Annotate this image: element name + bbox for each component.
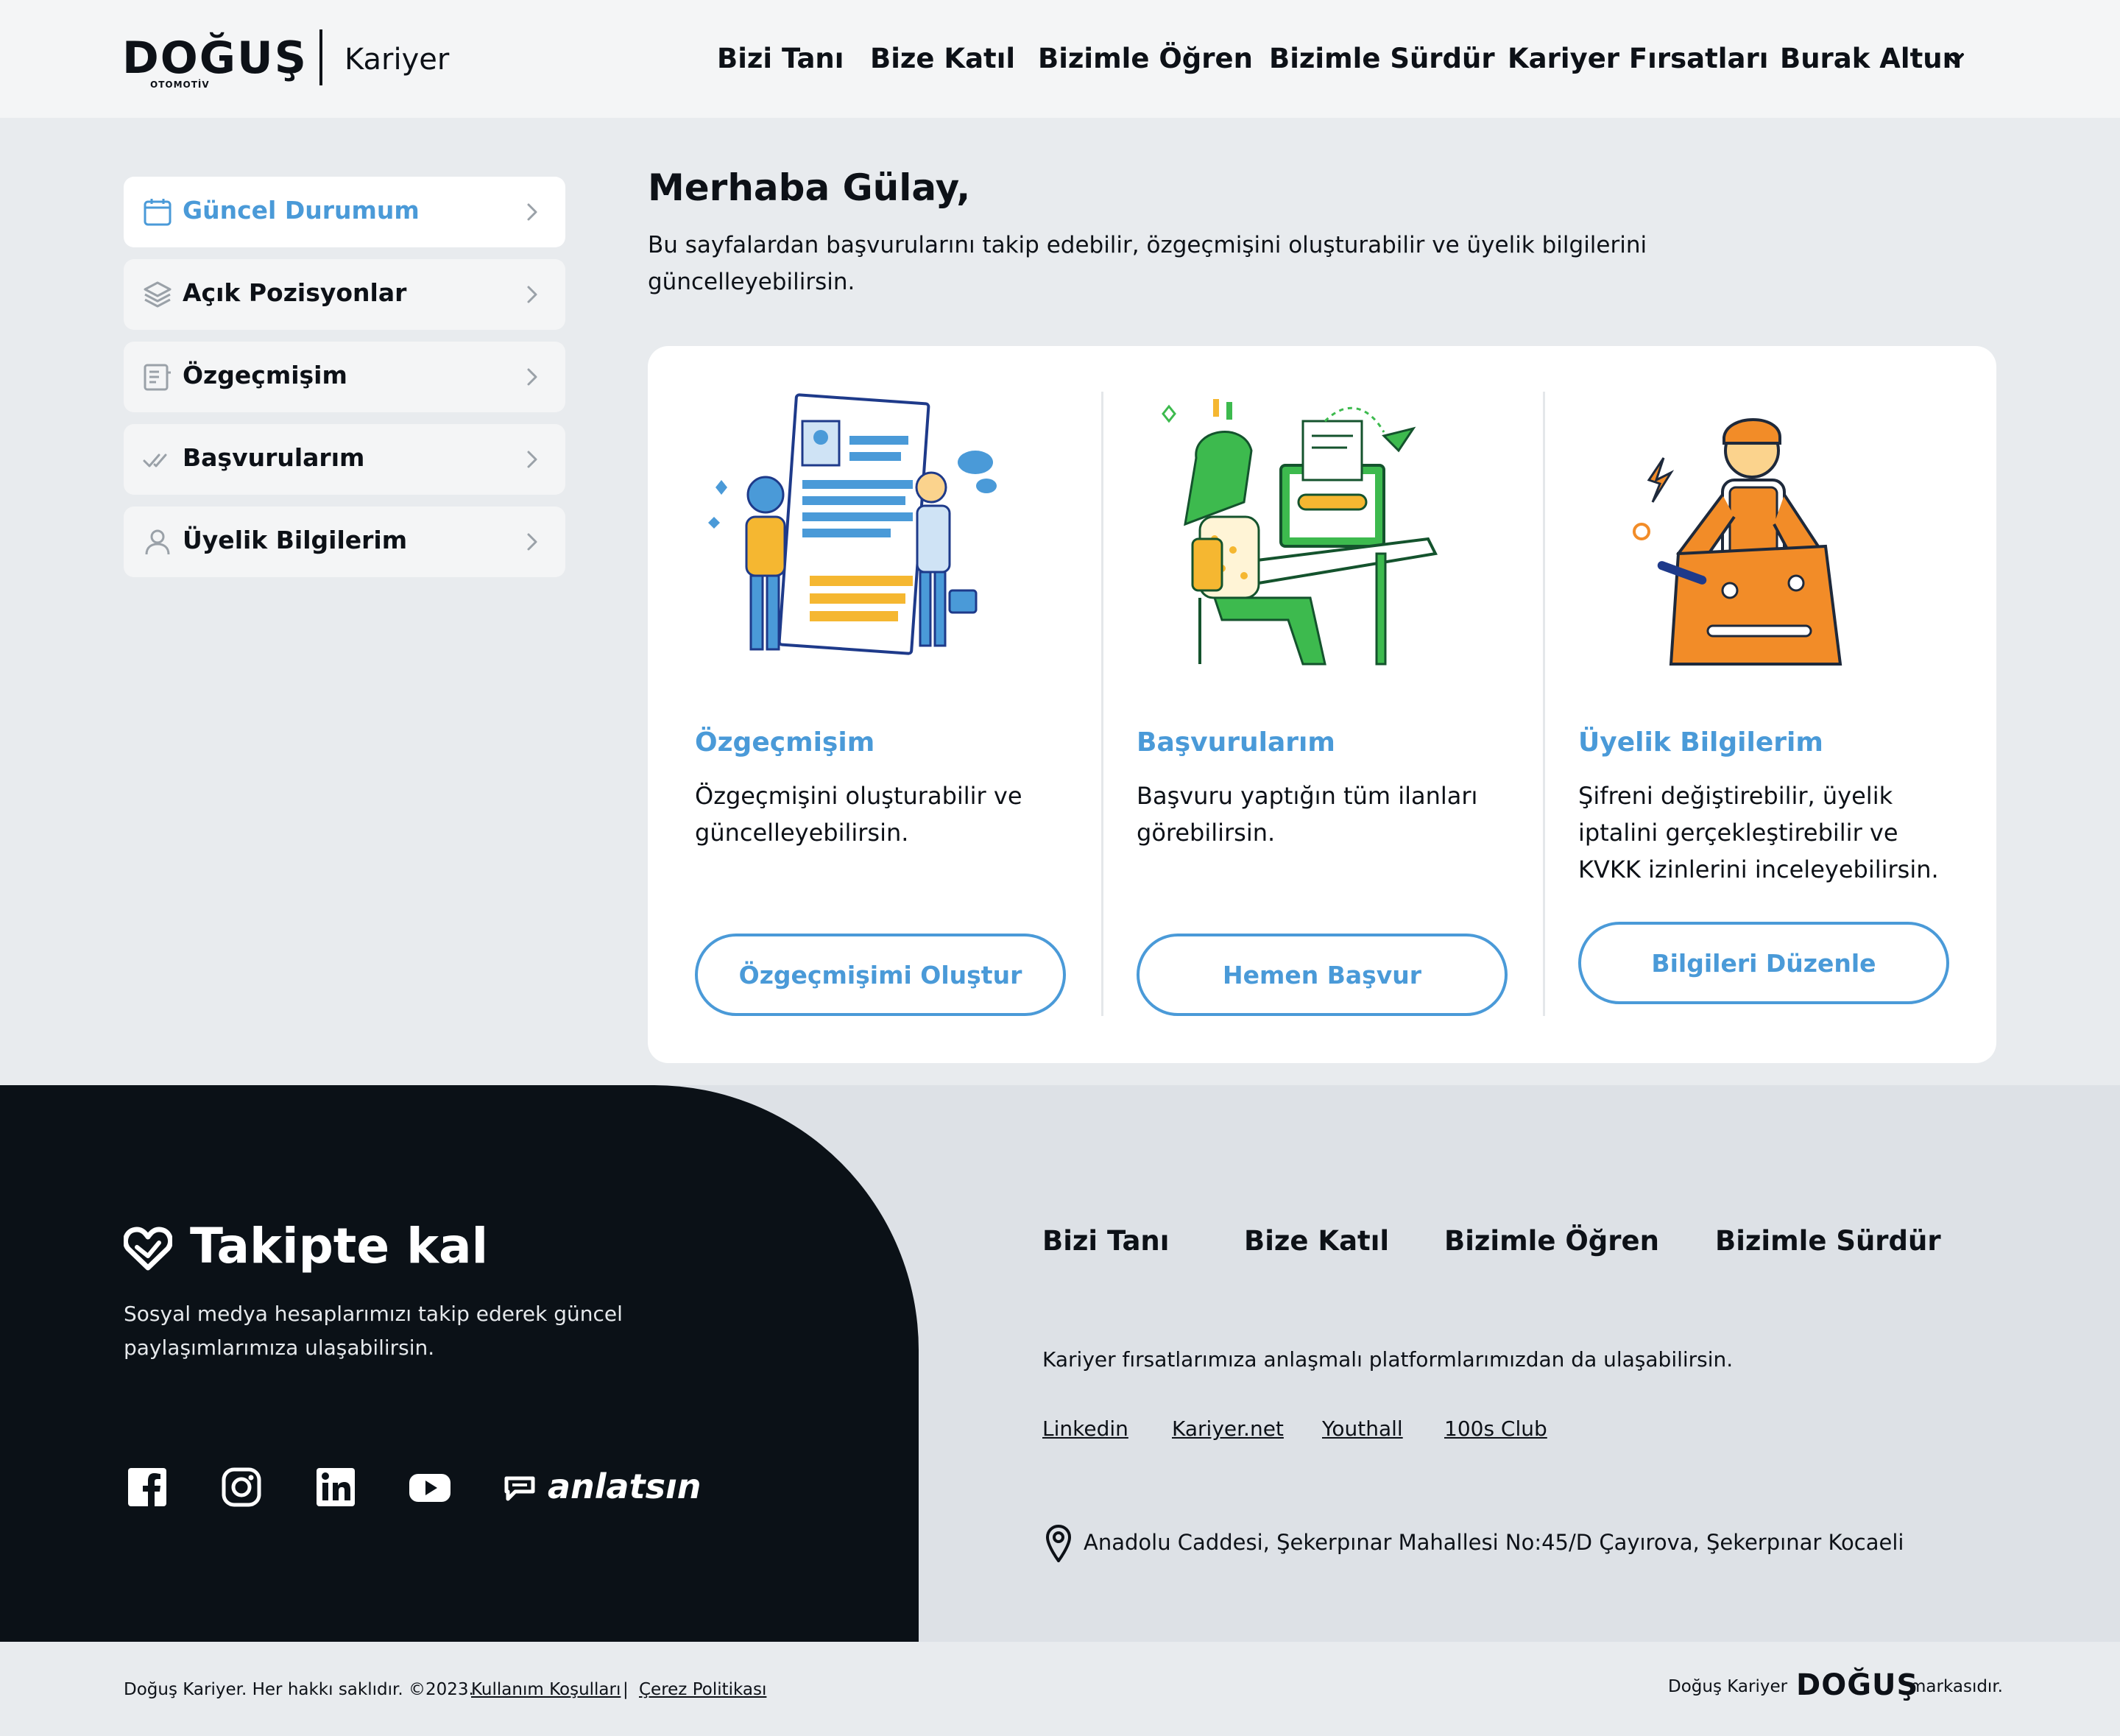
nav-bizimle-surdur[interactable]: Bizimle Sürdür — [1269, 43, 1495, 74]
sidebar-item-ozgecmisim[interactable]: Özgeçmişim — [124, 342, 565, 412]
footer-nav-bize-katil[interactable]: Bize Katıl — [1244, 1225, 1389, 1257]
linkedin-icon[interactable] — [315, 1467, 356, 1508]
sidebar-item-uyelik-bilgilerim[interactable]: Üyelik Bilgilerim — [124, 507, 565, 577]
user-menu[interactable]: Burak Altun — [1780, 43, 1962, 74]
link-linkedin[interactable]: Linkedin — [1042, 1416, 1128, 1441]
link-separator: | — [623, 1680, 629, 1699]
anlatsin-icon[interactable] — [501, 1472, 546, 1509]
dogus-brand-logo: DOĞUŞ — [1796, 1668, 1919, 1702]
bottom-bar: Doğuş Kariyer. Her hakkı saklıdır. ©2023… — [0, 1642, 2120, 1736]
card-text-basvurularim: Başvuru yaptığın tüm ilanları görebilirs… — [1137, 782, 1478, 847]
apply-now-button[interactable]: Hemen Başvur — [1137, 934, 1508, 1016]
cookie-policy-link[interactable]: Çerez Politikası — [639, 1680, 766, 1699]
copyright-text: Doğuş Kariyer. Her hakkı saklıdır. ©2023… — [124, 1680, 474, 1699]
link-100s-club[interactable]: 100s Club — [1444, 1416, 1547, 1441]
platforms-text: Kariyer fırsatlarımıza anlaşmalı platfor… — [1042, 1347, 1734, 1372]
card-title-basvurularim: Başvurularım — [1137, 727, 1335, 758]
sidebar-item-label: Üyelik Bilgilerim — [183, 526, 408, 554]
footer: Takipte kal Sosyal medya hesaplarımızı t… — [0, 1085, 2120, 1642]
footer-social-panel: Takipte kal Sosyal medya hesaplarımızı t… — [0, 1085, 919, 1642]
top-header: DOĞUŞ OTOMOTİV Kariyer Bizi Tanı Bize Ka… — [0, 0, 2120, 118]
chevron-right-icon — [527, 203, 537, 221]
sidebar-item-acik-pozisyonlar[interactable]: Açık Pozisyonlar — [124, 259, 565, 330]
address: Anadolu Caddesi, Şekerpınar Mahallesi No… — [1084, 1530, 1904, 1555]
youtube-icon[interactable] — [408, 1467, 452, 1508]
calendar-icon — [144, 199, 172, 226]
logo-separator — [319, 29, 322, 85]
chevron-right-icon — [527, 533, 537, 551]
sidebar-item-label: Özgeçmişim — [183, 361, 347, 389]
instagram-icon[interactable] — [221, 1467, 262, 1508]
card-title-uyelik-bilgilerim: Üyelik Bilgilerim — [1578, 727, 1823, 758]
create-resume-button[interactable]: Özgeçmişimi Oluştur — [695, 934, 1066, 1016]
layers-icon — [144, 281, 172, 308]
facebook-icon[interactable] — [127, 1467, 168, 1508]
nav-bizi-tani[interactable]: Bizi Tanı — [717, 43, 844, 74]
sidebar-item-guncel-durumum[interactable]: Güncel Durumum — [124, 177, 565, 247]
anlatsin-logo[interactable]: anlatsın — [548, 1467, 701, 1506]
sidebar-item-basvurularim[interactable]: Başvurularım — [124, 424, 565, 495]
card-divider — [1543, 392, 1545, 1016]
dogus-logo[interactable]: DOĞUŞ OTOMOTİV — [122, 32, 308, 91]
logo-wordmark: DOĞUŞ — [122, 32, 308, 84]
card-text-ozgecmisim: Özgeçmişini oluşturabilir ve güncelleyeb… — [695, 782, 1022, 847]
nav-kariyer-firsatlari[interactable]: Kariyer Fırsatları — [1508, 43, 1768, 74]
chevron-down-icon[interactable] — [1943, 50, 1965, 68]
chevron-right-icon — [527, 451, 537, 468]
heart-icon — [124, 1227, 172, 1271]
double-check-icon — [143, 454, 167, 467]
brand-suffix: markasıdır. — [1909, 1677, 2003, 1696]
sidebar-item-label: Güncel Durumum — [183, 196, 420, 225]
footer-nav-bizi-tani[interactable]: Bizi Tanı — [1042, 1225, 1169, 1257]
sidebar-item-label: Başvurularım — [183, 443, 365, 472]
card-title-ozgecmisim: Özgeçmişim — [695, 727, 875, 758]
section-title: Kariyer — [344, 43, 450, 77]
edit-info-button[interactable]: Bilgileri Düzenle — [1578, 922, 1949, 1004]
logo-subtitle: OTOMOTİV — [150, 80, 210, 90]
cards-panel: Özgeçmişim Özgeçmişini oluşturabilir ve … — [648, 346, 1996, 1063]
greeting-title: Merhaba Gülay, — [648, 166, 971, 209]
chevron-right-icon — [527, 286, 537, 303]
chevron-right-icon — [527, 368, 537, 386]
settings-illustration — [1633, 418, 1842, 666]
brand-prefix: Doğuş Kariyer — [1668, 1677, 1788, 1696]
resume-illustration — [708, 393, 997, 655]
location-pin-icon — [1045, 1524, 1072, 1562]
intro-text: Bu sayfalardan başvurularını takip edebi… — [648, 232, 1647, 295]
footer-nav-bizimle-ogren[interactable]: Bizimle Öğren — [1444, 1225, 1659, 1257]
card-divider — [1101, 392, 1103, 1016]
sidebar-item-label: Açık Pozisyonlar — [183, 278, 407, 307]
nav-bizimle-ogren[interactable]: Bizimle Öğren — [1038, 43, 1253, 74]
follow-text: Sosyal medya hesaplarımızı takip ederek … — [124, 1302, 623, 1360]
follow-title: Takipte kal — [190, 1218, 489, 1274]
application-illustration — [1162, 399, 1438, 666]
link-kariyer-net[interactable]: Kariyer.net — [1172, 1416, 1284, 1441]
nav-bize-katil[interactable]: Bize Katıl — [870, 43, 1015, 74]
footer-nav-bizimle-surdur[interactable]: Bizimle Sürdür — [1715, 1225, 1941, 1257]
document-icon — [144, 364, 171, 391]
user-icon — [145, 529, 170, 555]
card-text-uyelik-bilgilerim: Şifreni değiştirebilir, üyelik iptalini … — [1578, 782, 1939, 883]
terms-link[interactable]: Kullanım Koşulları — [471, 1680, 621, 1699]
link-youthall[interactable]: Youthall — [1322, 1416, 1403, 1441]
